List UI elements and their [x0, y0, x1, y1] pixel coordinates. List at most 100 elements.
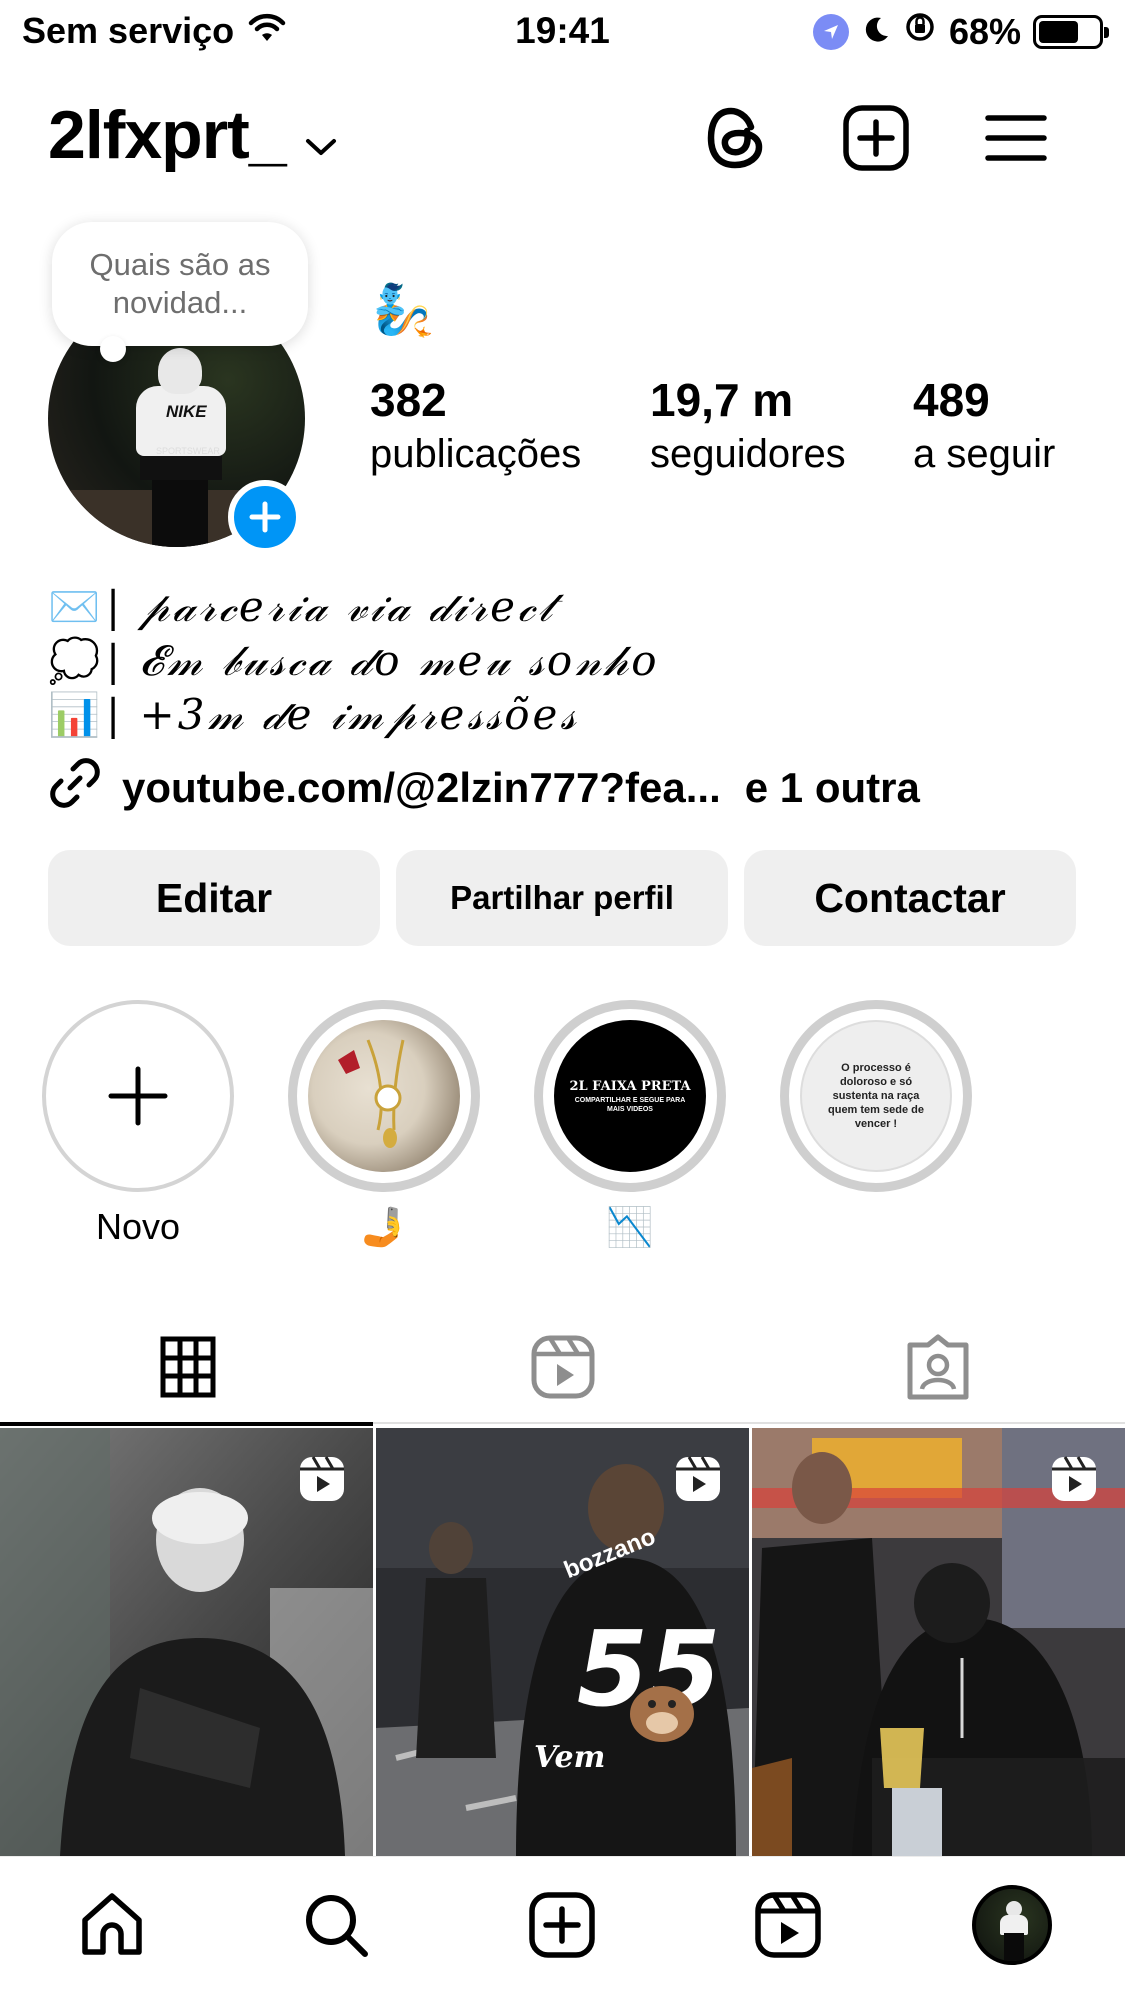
moon-icon: [861, 11, 891, 53]
create-icon: [529, 1892, 595, 1958]
highlight-cover-line: MAIS VIDEOS: [607, 1105, 653, 1113]
grid-post[interactable]: [0, 1428, 373, 1856]
bear-sticker: [630, 1686, 694, 1742]
highlight-new[interactable]: Novo: [42, 1000, 234, 1250]
highlight-cover-line: COMPARTILHAR E SEGUE PARA: [574, 1096, 686, 1104]
battery-percent: 68%: [948, 10, 1021, 52]
battery-level: [1039, 20, 1079, 43]
reel-badge-icon: [673, 1454, 723, 1504]
bio-text: | 𝓔𝓂 𝒷𝓊𝓈𝒸𝒶 𝒹𝑜 𝓂𝑒𝓊 𝓈𝑜𝓃𝒽𝑜: [106, 636, 660, 685]
tab-grid[interactable]: [0, 1310, 375, 1426]
edit-profile-button[interactable]: Editar: [48, 850, 380, 946]
reels-icon: [755, 1892, 821, 1958]
search-icon: [306, 1895, 368, 1957]
envelope-emoji: ✉️: [48, 582, 101, 631]
stat-followers[interactable]: 19,7 m seguidores: [650, 372, 846, 480]
stat-number: 489: [913, 374, 990, 426]
post-caption: Vem: [534, 1740, 606, 1775]
note-bubble[interactable]: Quais são as novidad...: [52, 222, 308, 346]
profile-header: 2lfxprt_: [0, 92, 1125, 182]
link-icon: [48, 756, 102, 820]
carrier-label: Sem serviço: [22, 10, 286, 52]
share-profile-button[interactable]: Partilhar perfil: [396, 850, 728, 946]
grid-icon: [160, 1336, 215, 1398]
add-story-button[interactable]: [228, 480, 302, 554]
location-icon: [812, 13, 849, 50]
reels-icon: [531, 1335, 594, 1399]
note-dot: [100, 336, 126, 362]
reel-badge-icon: [1049, 1454, 1099, 1504]
highlight-cover: [308, 1020, 460, 1172]
bio-text: | +3𝓂 𝒹𝑒 𝒾𝓂𝓅𝓇𝑒𝓈𝓈õ𝑒𝓈: [106, 690, 579, 739]
profile-avatar-small: [972, 1885, 1052, 1965]
status-right: 68%: [812, 10, 1109, 53]
grid-post[interactable]: [752, 1428, 1125, 1856]
stat-posts[interactable]: 382 publicações: [370, 372, 581, 480]
stat-number: 382: [370, 374, 447, 426]
status-bar: Sem serviço 19:41 68%: [0, 0, 1125, 62]
carrier-text: Sem serviço: [22, 10, 235, 51]
bio-line: ✉️ | 𝓅𝒶𝓇𝒸𝑒𝓇𝒾𝒶 𝓋𝒾𝒶 𝒹𝒾𝓇𝑒𝒸𝓉: [48, 580, 1088, 634]
plus-icon: [108, 1066, 168, 1126]
account-switcher[interactable]: 2lfxprt_: [48, 96, 338, 174]
highlight-item[interactable]: O processo é doloroso e só sustenta na r…: [780, 1000, 972, 1204]
nav-search[interactable]: [296, 1885, 376, 1965]
highlight-ring: O processo é doloroso e só sustenta na r…: [780, 1000, 972, 1192]
bio-text: | 𝓅𝒶𝓇𝒸𝑒𝓇𝒾𝒶 𝓋𝒾𝒶 𝒹𝒾𝓇𝑒𝒸𝓉: [106, 582, 556, 631]
bio-link[interactable]: youtube.com/@2lzin777?fea... e 1 outra: [48, 756, 920, 820]
chevron-down-icon: [304, 96, 338, 174]
username: 2lfxprt_: [48, 97, 287, 173]
highlight-item[interactable]: 2L FAIXA PRETA COMPARTILHAR E SEGUE PARA…: [534, 1000, 726, 1250]
menu-icon[interactable]: [980, 102, 1052, 174]
profile-bio: ✉️ | 𝓅𝒶𝓇𝒸𝑒𝓇𝒾𝒶 𝓋𝒾𝒶 𝒹𝒾𝓇𝑒𝒸𝓉 💭 | 𝓔𝓂 𝒷𝓊𝓈𝒸𝒶 𝒹𝑜…: [48, 580, 1088, 742]
nav-profile[interactable]: [972, 1885, 1052, 1965]
nav-home[interactable]: [72, 1885, 152, 1965]
stat-label: seguidores: [650, 432, 846, 476]
stat-label: publicações: [370, 432, 582, 476]
note-text: Quais são as novidad...: [89, 247, 271, 320]
highlight-ring: 2L FAIXA PRETA COMPARTILHAR E SEGUE PARA…: [534, 1000, 726, 1192]
bio-line: 📊 | +3𝓂 𝒹𝑒 𝒾𝓂𝓅𝓇𝑒𝓈𝓈õ𝑒𝓈: [48, 688, 1088, 742]
bottom-nav: [0, 1856, 1125, 2001]
stat-following[interactable]: 489 a seguir: [913, 372, 1055, 480]
highlight-label: 📉: [606, 1205, 654, 1249]
tagged-icon: [907, 1334, 968, 1400]
share-label: Partilhar perfil: [450, 879, 674, 916]
chart-emoji: 📊: [48, 690, 101, 739]
highlight-label: 🤳: [360, 1205, 408, 1249]
link-more: e 1 outra: [744, 764, 920, 811]
highlight-cover: 2L FAIXA PRETA COMPARTILHAR E SEGUE PARA…: [554, 1020, 706, 1172]
nav-create[interactable]: [522, 1885, 602, 1965]
link-text: youtube.com/@2lzin777?fea...: [122, 764, 721, 811]
genie-emoji: 🧞: [372, 281, 435, 339]
thought-emoji: 💭: [48, 636, 101, 685]
highlight-ring: [288, 1000, 480, 1192]
contact-button[interactable]: Contactar: [744, 850, 1076, 946]
nav-reels[interactable]: [748, 1885, 828, 1965]
reel-badge-icon: [297, 1454, 347, 1504]
profile-tabs: [0, 1310, 1125, 1426]
add-post-icon[interactable]: [840, 102, 912, 174]
highlight-cover-text: O processo é doloroso e só sustenta na r…: [828, 1062, 924, 1130]
highlight-ring: [42, 1000, 234, 1192]
threads-icon[interactable]: [700, 102, 772, 174]
stat-number: 19,7 m: [650, 374, 794, 426]
active-tab-indicator: [0, 1422, 373, 1426]
stat-label: a seguir: [913, 432, 1056, 476]
highlight-cover: O processo é doloroso e só sustenta na r…: [800, 1020, 952, 1172]
home-icon: [82, 1893, 142, 1955]
battery-icon: [1033, 14, 1109, 49]
tab-reels[interactable]: [375, 1310, 750, 1424]
bio-line: 💭 | 𝓔𝓂 𝒷𝓊𝓈𝒸𝒶 𝒹𝑜 𝓂𝑒𝓊 𝓈𝑜𝓃𝒽𝑜: [48, 634, 1088, 688]
posts-grid: bozzano 55 Vem: [0, 1428, 1125, 1856]
orientation-lock-icon: [903, 10, 937, 53]
profile-stats: 382 publicações 19,7 m seguidores 489 a …: [370, 372, 1090, 482]
highlight-item[interactable]: 🤳: [288, 1000, 480, 1250]
highlight-label: Novo: [95, 1206, 181, 1247]
tab-tagged[interactable]: [750, 1310, 1125, 1424]
highlight-cover-title: 2L FAIXA PRETA: [569, 1078, 691, 1094]
contact-label: Contactar: [814, 874, 1006, 921]
grid-post[interactable]: bozzano 55 Vem: [376, 1428, 749, 1856]
edit-label: Editar: [155, 874, 273, 921]
wifi-icon: [248, 10, 286, 52]
